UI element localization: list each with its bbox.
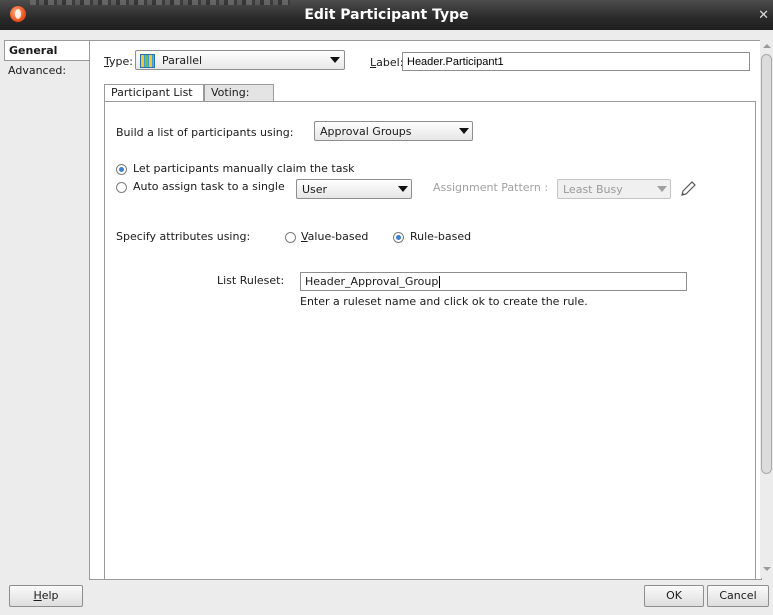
title-bar-stripe (30, 0, 290, 5)
cancel-button[interactable]: Cancel (707, 585, 769, 607)
label-field[interactable] (402, 52, 750, 71)
type-select[interactable]: Parallel (135, 50, 345, 70)
auto-assign-value: User (302, 183, 328, 196)
rule-based-radio[interactable] (393, 232, 404, 243)
side-tabs: General Advanced: (0, 40, 89, 578)
chevron-down-icon (330, 57, 340, 63)
window-title: Edit Participant Type (304, 7, 469, 23)
close-icon[interactable]: ✕ (758, 8, 769, 23)
type-label: Type: (104, 55, 133, 68)
auto-assign-radio[interactable] (116, 182, 127, 193)
help-button[interactable]: Help (9, 585, 83, 607)
ruleset-label: List Ruleset: (217, 274, 285, 287)
chevron-down-icon (398, 186, 408, 192)
auto-assign-select[interactable]: User (296, 179, 412, 199)
label-label: Label: (370, 56, 404, 69)
type-select-value: Parallel (162, 54, 203, 67)
ruleset-value: Header_Approval_Group (305, 275, 439, 288)
build-list-value: Approval Groups (320, 125, 412, 138)
tab-general[interactable]: General (4, 40, 89, 61)
ok-button[interactable]: OK (644, 585, 704, 607)
claim-task-radio[interactable] (116, 164, 127, 175)
build-list-label: Build a list of participants using: (116, 126, 294, 139)
pencil-icon[interactable] (679, 180, 697, 198)
title-bar: Edit Participant Type ✕ (0, 0, 773, 30)
auto-assign-label: Auto assign task to a single (133, 180, 285, 193)
rule-based-label: Rule-based (410, 230, 472, 243)
parallel-grid-icon (140, 54, 155, 68)
chevron-down-icon (459, 128, 469, 134)
build-list-select[interactable]: Approval Groups (314, 121, 473, 141)
tab-advanced[interactable]: Advanced: (0, 61, 88, 80)
claim-task-label: Let participants manually claim the task (133, 162, 355, 175)
ruleset-field[interactable]: Header_Approval_Group (300, 272, 687, 291)
chevron-down-icon (657, 186, 667, 192)
scroll-thumb[interactable] (761, 54, 772, 474)
vertical-scrollbar[interactable] (760, 40, 773, 578)
ruleset-hint: Enter a ruleset name and click ok to cre… (300, 295, 588, 308)
attributes-label: Specify attributes using: (116, 230, 251, 243)
tab-voting[interactable]: Voting: (204, 84, 274, 101)
scroll-down-icon[interactable] (763, 567, 771, 571)
value-based-label: Value-based (301, 230, 369, 243)
assignment-pattern-select: Least Busy (557, 179, 671, 199)
assignment-pattern-label: Assignment Pattern : (433, 181, 549, 194)
text-caret (439, 276, 441, 288)
scroll-up-icon[interactable] (763, 44, 771, 48)
value-based-radio[interactable] (285, 232, 296, 243)
assignment-pattern-value: Least Busy (563, 183, 623, 196)
